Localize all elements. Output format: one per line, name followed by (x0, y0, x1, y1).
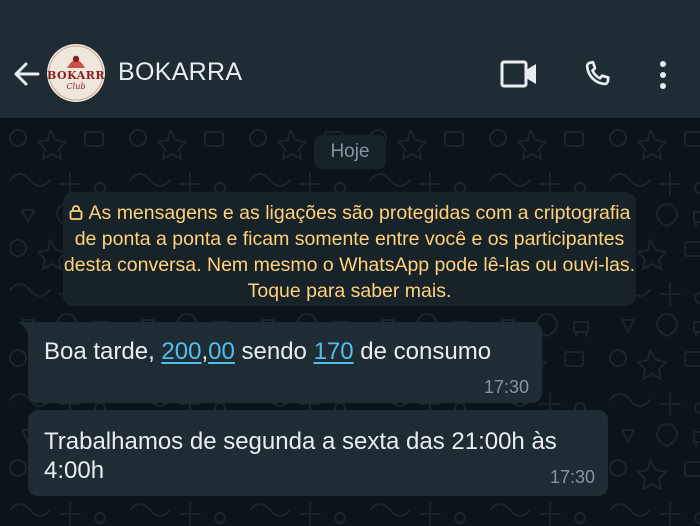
message-text-segment: de consumo (353, 338, 492, 365)
number-link[interactable]: 00 (208, 338, 235, 365)
back-arrow-icon[interactable] (10, 58, 42, 90)
message-text: Boa tarde, 200,00 sendo 170 de consumo (44, 338, 491, 366)
avatar-logo-subtext: Club (66, 82, 86, 91)
more-options-icon[interactable] (657, 59, 669, 91)
number-link[interactable]: 200 (161, 338, 201, 365)
chat-header: BOKARRA Club BOKARRA (0, 0, 700, 118)
message-text: Trabalhamos de segunda a sexta das 21:00… (44, 428, 557, 484)
message-text-segment: sendo (234, 338, 314, 365)
message-time: 17:30 (483, 377, 529, 397)
message-text-segment: Boa tarde, (44, 338, 162, 365)
voice-call-icon[interactable] (580, 58, 614, 92)
number-link[interactable]: 170 (314, 338, 354, 365)
avatar[interactable]: BOKARRA Club (47, 44, 105, 102)
encryption-notice[interactable]: As mensagens e as ligações são protegida… (63, 192, 636, 306)
incoming-message[interactable]: Trabalhamos de segunda a sexta das 21:00… (28, 410, 608, 496)
encryption-notice-text: As mensagens e as ligações são protegida… (63, 202, 636, 302)
lock-icon (69, 205, 82, 220)
contact-name[interactable]: BOKARRA (118, 58, 242, 87)
date-label: Hoje (314, 135, 386, 169)
message-time: 17:30 (549, 467, 595, 487)
incoming-message[interactable]: Boa tarde, 200,00 sendo 170 de consumo 1… (28, 322, 542, 403)
avatar-logo-text: BOKARRA (47, 69, 105, 82)
video-call-icon[interactable] (500, 60, 538, 88)
